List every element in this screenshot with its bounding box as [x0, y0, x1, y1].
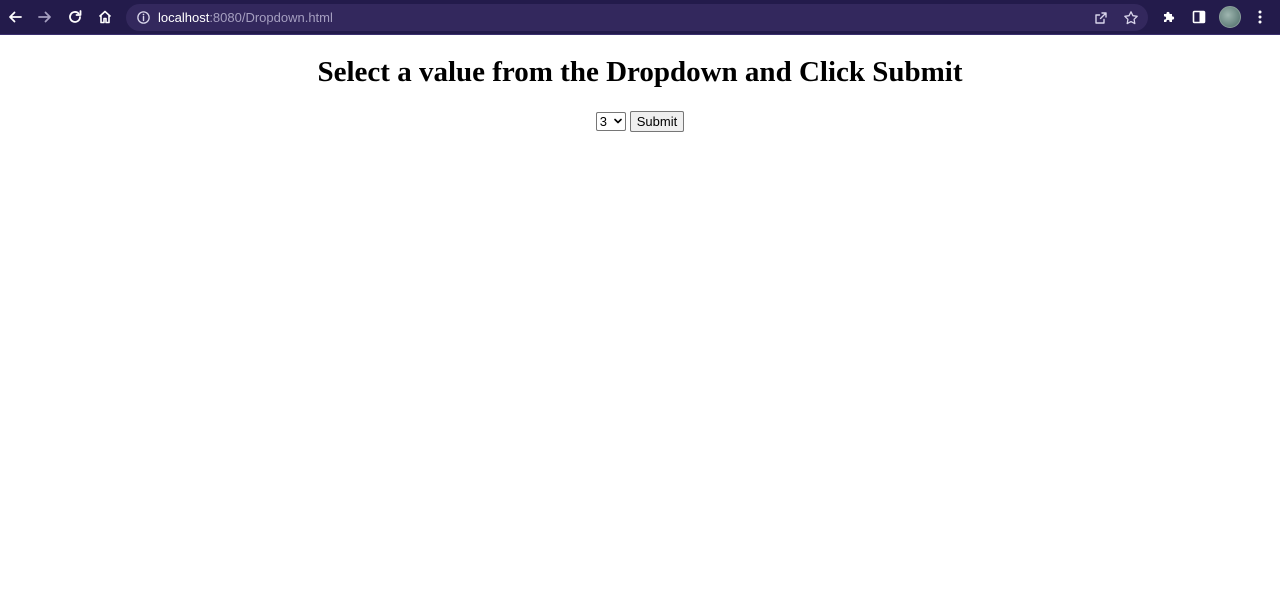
address-bar[interactable]: localhost:8080/Dropdown.html: [126, 4, 1148, 31]
browser-menu-button[interactable]: [1248, 5, 1272, 29]
bookmark-button[interactable]: [1122, 9, 1140, 27]
arrow-left-icon: [9, 11, 22, 23]
reload-button[interactable]: [63, 5, 87, 29]
arrow-right-icon: [38, 11, 51, 23]
share-button[interactable]: [1092, 9, 1110, 27]
page-title: Select a value from the Dropdown and Cli…: [317, 56, 963, 88]
info-icon[interactable]: [136, 10, 151, 25]
reload-icon: [69, 10, 82, 23]
home-button[interactable]: [93, 5, 117, 29]
chevron-down-icon: [613, 118, 622, 123]
forward-button[interactable]: [33, 5, 57, 29]
url-path: :8080/Dropdown.html: [209, 10, 333, 25]
url-text[interactable]: localhost:8080/Dropdown.html: [158, 9, 333, 26]
dropdown-form: 3 Submit: [0, 110, 1280, 132]
avatar[interactable]: [1219, 6, 1241, 28]
dropdown-selected-value: 3: [599, 113, 607, 129]
extensions-button[interactable]: [1157, 5, 1181, 29]
puzzle-icon: [1164, 11, 1175, 22]
browser-toolbar: localhost:8080/Dropdown.html: [0, 0, 1280, 35]
back-button[interactable]: [3, 5, 27, 29]
home-icon: [98, 10, 112, 24]
side-panel-icon: [1192, 10, 1206, 24]
kebab-menu-icon: [1258, 10, 1262, 24]
value-dropdown[interactable]: 3: [595, 111, 626, 131]
side-panel-button[interactable]: [1187, 5, 1211, 29]
share-icon: [1095, 12, 1107, 24]
submit-button[interactable]: Submit: [629, 110, 685, 132]
page-content: Select a value from the Dropdown and Cli…: [0, 35, 1280, 590]
url-host: localhost: [158, 10, 210, 25]
star-icon: [1124, 11, 1138, 25]
